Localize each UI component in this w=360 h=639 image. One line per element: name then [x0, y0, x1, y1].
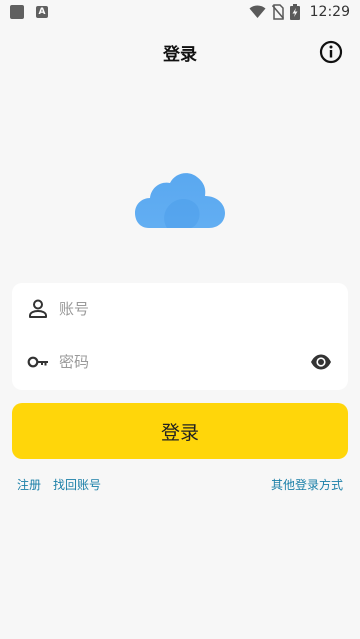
login-form-card	[12, 283, 348, 390]
no-sim-icon	[271, 4, 284, 20]
user-icon	[29, 299, 47, 318]
info-icon[interactable]	[319, 40, 343, 64]
page-title: 登录	[163, 45, 197, 65]
other-login-methods-link[interactable]: 其他登录方式	[271, 476, 343, 493]
status-bar: A 12:29	[0, 0, 360, 24]
app-bar: 登录	[0, 30, 360, 74]
password-field-row	[12, 336, 348, 388]
find-account-link[interactable]: 找回账号	[53, 476, 101, 493]
a-badge-icon: A	[36, 6, 48, 18]
cloud-icon	[135, 173, 225, 228]
register-link[interactable]: 注册	[17, 476, 41, 493]
key-icon	[27, 356, 48, 368]
eye-icon[interactable]	[310, 352, 332, 372]
password-input[interactable]	[59, 348, 299, 376]
wifi-icon	[249, 5, 266, 18]
account-input[interactable]	[59, 295, 299, 323]
battery-charging-icon	[289, 4, 300, 20]
account-field-row	[12, 283, 348, 335]
login-button[interactable]: 登录	[12, 403, 348, 459]
status-bar-right: 12:29	[249, 0, 350, 24]
login-screen: A 12:29 登录 账号 登录 注册 找回账号 其他登录方式	[0, 0, 360, 639]
status-time: 12:29	[309, 4, 350, 20]
notification-square-icon	[10, 5, 24, 19]
